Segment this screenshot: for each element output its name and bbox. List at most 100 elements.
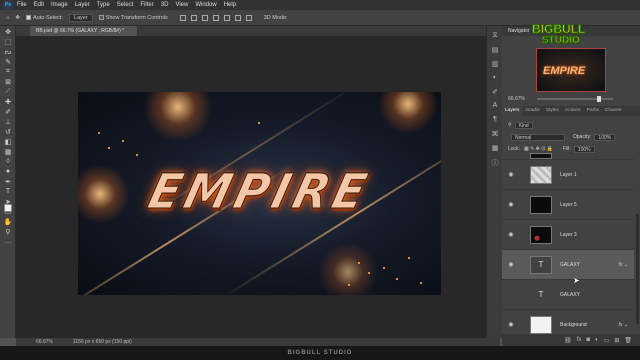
layer-name: Layer 1 bbox=[560, 171, 577, 178]
menu-window[interactable]: Window bbox=[195, 2, 216, 8]
menu-image[interactable]: Image bbox=[51, 2, 68, 8]
mask-icon[interactable]: ◙ bbox=[586, 337, 590, 343]
align-bottom-icon[interactable] bbox=[234, 14, 241, 21]
type-tool-icon[interactable]: T bbox=[2, 187, 14, 196]
document-tab[interactable]: BB.psd @ 66.7% (GALAXY , RGB/8#) * bbox=[30, 26, 138, 36]
hand-tool-icon[interactable]: ✋ bbox=[2, 217, 14, 226]
fx-icon[interactable]: fx ⌄ bbox=[619, 262, 628, 268]
adjustments-panel-icon[interactable]: ◐ bbox=[490, 74, 500, 82]
status-zoom[interactable]: 66.67% bbox=[36, 339, 53, 345]
pen-tool-icon[interactable]: ✒ bbox=[2, 177, 14, 186]
folder-icon[interactable]: ▭ bbox=[604, 337, 610, 344]
visibility-eye-icon[interactable]: ◉ bbox=[506, 231, 516, 238]
healing-tool-icon[interactable]: ✚ bbox=[2, 97, 14, 106]
visibility-eye-icon[interactable]: ◉ bbox=[506, 321, 516, 328]
tab-gradients[interactable]: Gradie bbox=[522, 106, 542, 116]
align-right-icon[interactable] bbox=[201, 14, 208, 21]
auto-select-dropdown[interactable]: Layer bbox=[68, 13, 93, 22]
artwork-canvas[interactable]: EMPIRE bbox=[78, 92, 441, 295]
trash-icon[interactable]: 🗑 bbox=[624, 337, 632, 344]
empire-title-text: EMPIRE bbox=[142, 162, 377, 220]
tab-styles[interactable]: Styles bbox=[543, 106, 562, 116]
tab-layers[interactable]: Layers bbox=[502, 106, 523, 116]
slider-knob[interactable] bbox=[596, 96, 601, 102]
layer-row[interactable]: ◉ Layer 5 bbox=[502, 190, 634, 220]
navigator-zoom-value[interactable]: 66.67% bbox=[508, 96, 525, 102]
show-transform-checkbox[interactable]: Show Transform Controls bbox=[98, 14, 168, 21]
spark bbox=[136, 154, 138, 156]
eraser-tool-icon[interactable]: ◧ bbox=[2, 137, 14, 146]
3d-mode-label: 3D Mode: bbox=[263, 14, 288, 21]
align-top-icon[interactable] bbox=[212, 14, 219, 21]
frame-tool-icon[interactable]: ⊠ bbox=[2, 77, 14, 86]
blur-tool-icon[interactable]: ◊ bbox=[2, 157, 14, 166]
more-options-icon[interactable] bbox=[245, 14, 252, 21]
new-layer-icon[interactable]: ⊞ bbox=[614, 337, 619, 344]
spark bbox=[358, 262, 360, 264]
menu-help[interactable]: Help bbox=[224, 2, 236, 8]
visibility-eye-icon[interactable]: ◉ bbox=[506, 261, 516, 268]
menu-filter[interactable]: Filter bbox=[140, 2, 153, 8]
fx-icon[interactable]: fx ⌄ bbox=[619, 322, 628, 328]
character-panel-icon[interactable]: A bbox=[490, 102, 500, 110]
layer-thumbnail bbox=[530, 195, 552, 214]
swatches-panel-icon[interactable]: ▦ bbox=[490, 144, 500, 152]
zoom-tool-icon[interactable]: ⚲ bbox=[2, 227, 14, 236]
show-transform-label: Show Transform Controls bbox=[105, 14, 168, 21]
move-tool-icon[interactable]: ✥ bbox=[15, 15, 20, 21]
align-left-icon[interactable] bbox=[179, 14, 186, 21]
fx-icon[interactable]: fx bbox=[577, 337, 582, 343]
eyedropper-tool-icon[interactable]: ⟋ bbox=[2, 87, 14, 96]
blend-mode-dropdown[interactable]: Normal bbox=[511, 133, 565, 141]
visibility-eye-icon[interactable]: ◉ bbox=[506, 171, 516, 178]
gradient-tool-icon[interactable]: ▦ bbox=[2, 147, 14, 156]
history-panel-icon[interactable]: ⧖ bbox=[490, 32, 500, 40]
kind-filter-dropdown[interactable]: Kind bbox=[514, 121, 533, 129]
more-tools-icon[interactable]: … bbox=[2, 237, 14, 246]
layer-row[interactable]: T GALAXY bbox=[502, 280, 634, 310]
layer-row-partial[interactable] bbox=[502, 152, 634, 160]
layer-row[interactable]: ◉ Layer 1 bbox=[502, 160, 634, 190]
tab-actions[interactable]: Actions bbox=[562, 106, 584, 116]
move-tool-icon[interactable]: ✥ bbox=[2, 27, 14, 36]
foreground-color-swatch[interactable] bbox=[4, 204, 12, 212]
layers-panel-tabs: Layers Gradie Styles Actions Paths Chann… bbox=[502, 106, 640, 116]
navigator-zoom-slider[interactable] bbox=[536, 96, 613, 102]
layer-row[interactable]: ◉ Layer 3 bbox=[502, 220, 634, 250]
menu-view[interactable]: View bbox=[175, 2, 188, 8]
libraries-panel-icon[interactable]: ▥ bbox=[490, 60, 500, 68]
layer-row-selected[interactable]: ◉ T GALAXY fx ⌄ bbox=[502, 250, 634, 280]
auto-select-checkbox[interactable]: Auto-Select: bbox=[25, 15, 63, 21]
crop-tool-icon[interactable]: ⌗ bbox=[2, 67, 14, 76]
visibility-eye-icon[interactable]: ◉ bbox=[506, 201, 516, 208]
marquee-tool-icon[interactable]: ⬚ bbox=[2, 37, 14, 46]
link-icon[interactable]: ⛓ bbox=[564, 337, 572, 344]
brush-tool-icon[interactable]: ✐ bbox=[2, 107, 14, 116]
quick-select-tool-icon[interactable]: ✎ bbox=[2, 57, 14, 66]
tab-paths[interactable]: Paths bbox=[584, 106, 602, 116]
lasso-tool-icon[interactable]: ᔓ bbox=[2, 47, 14, 56]
menu-layer[interactable]: Layer bbox=[75, 2, 90, 8]
dodge-tool-icon[interactable]: ● bbox=[2, 167, 14, 176]
bigbull-footer-text: BIGBULL STUDIO bbox=[287, 350, 353, 356]
align-center-icon[interactable] bbox=[190, 14, 197, 21]
opacity-input[interactable]: 100% bbox=[594, 133, 616, 141]
menu-select[interactable]: Select bbox=[117, 2, 134, 8]
history-brush-icon[interactable]: ↺ bbox=[2, 127, 14, 136]
stamp-tool-icon[interactable]: ⊥ bbox=[2, 117, 14, 126]
menu-type[interactable]: Type bbox=[97, 2, 110, 8]
brush-panel-icon[interactable]: ✐ bbox=[490, 88, 500, 96]
menu-3d[interactable]: 3D bbox=[161, 2, 169, 8]
layer-thumbnail bbox=[530, 165, 552, 184]
menu-edit[interactable]: Edit bbox=[34, 2, 44, 8]
tab-channels[interactable]: Channe bbox=[602, 106, 625, 116]
align-middle-icon[interactable] bbox=[223, 14, 230, 21]
paragraph-panel-icon[interactable]: ¶ bbox=[490, 116, 500, 124]
properties-panel-icon[interactable]: ▤ bbox=[490, 46, 500, 54]
glyphs-panel-icon[interactable]: ⌘ bbox=[490, 130, 500, 138]
layers-scrollbar[interactable] bbox=[636, 214, 639, 324]
home-icon[interactable]: ⌂ bbox=[6, 15, 9, 21]
info-panel-icon[interactable]: ⓘ bbox=[490, 158, 500, 167]
menu-file[interactable]: File bbox=[17, 2, 27, 8]
adjustment-icon[interactable]: ◐ bbox=[595, 337, 599, 343]
